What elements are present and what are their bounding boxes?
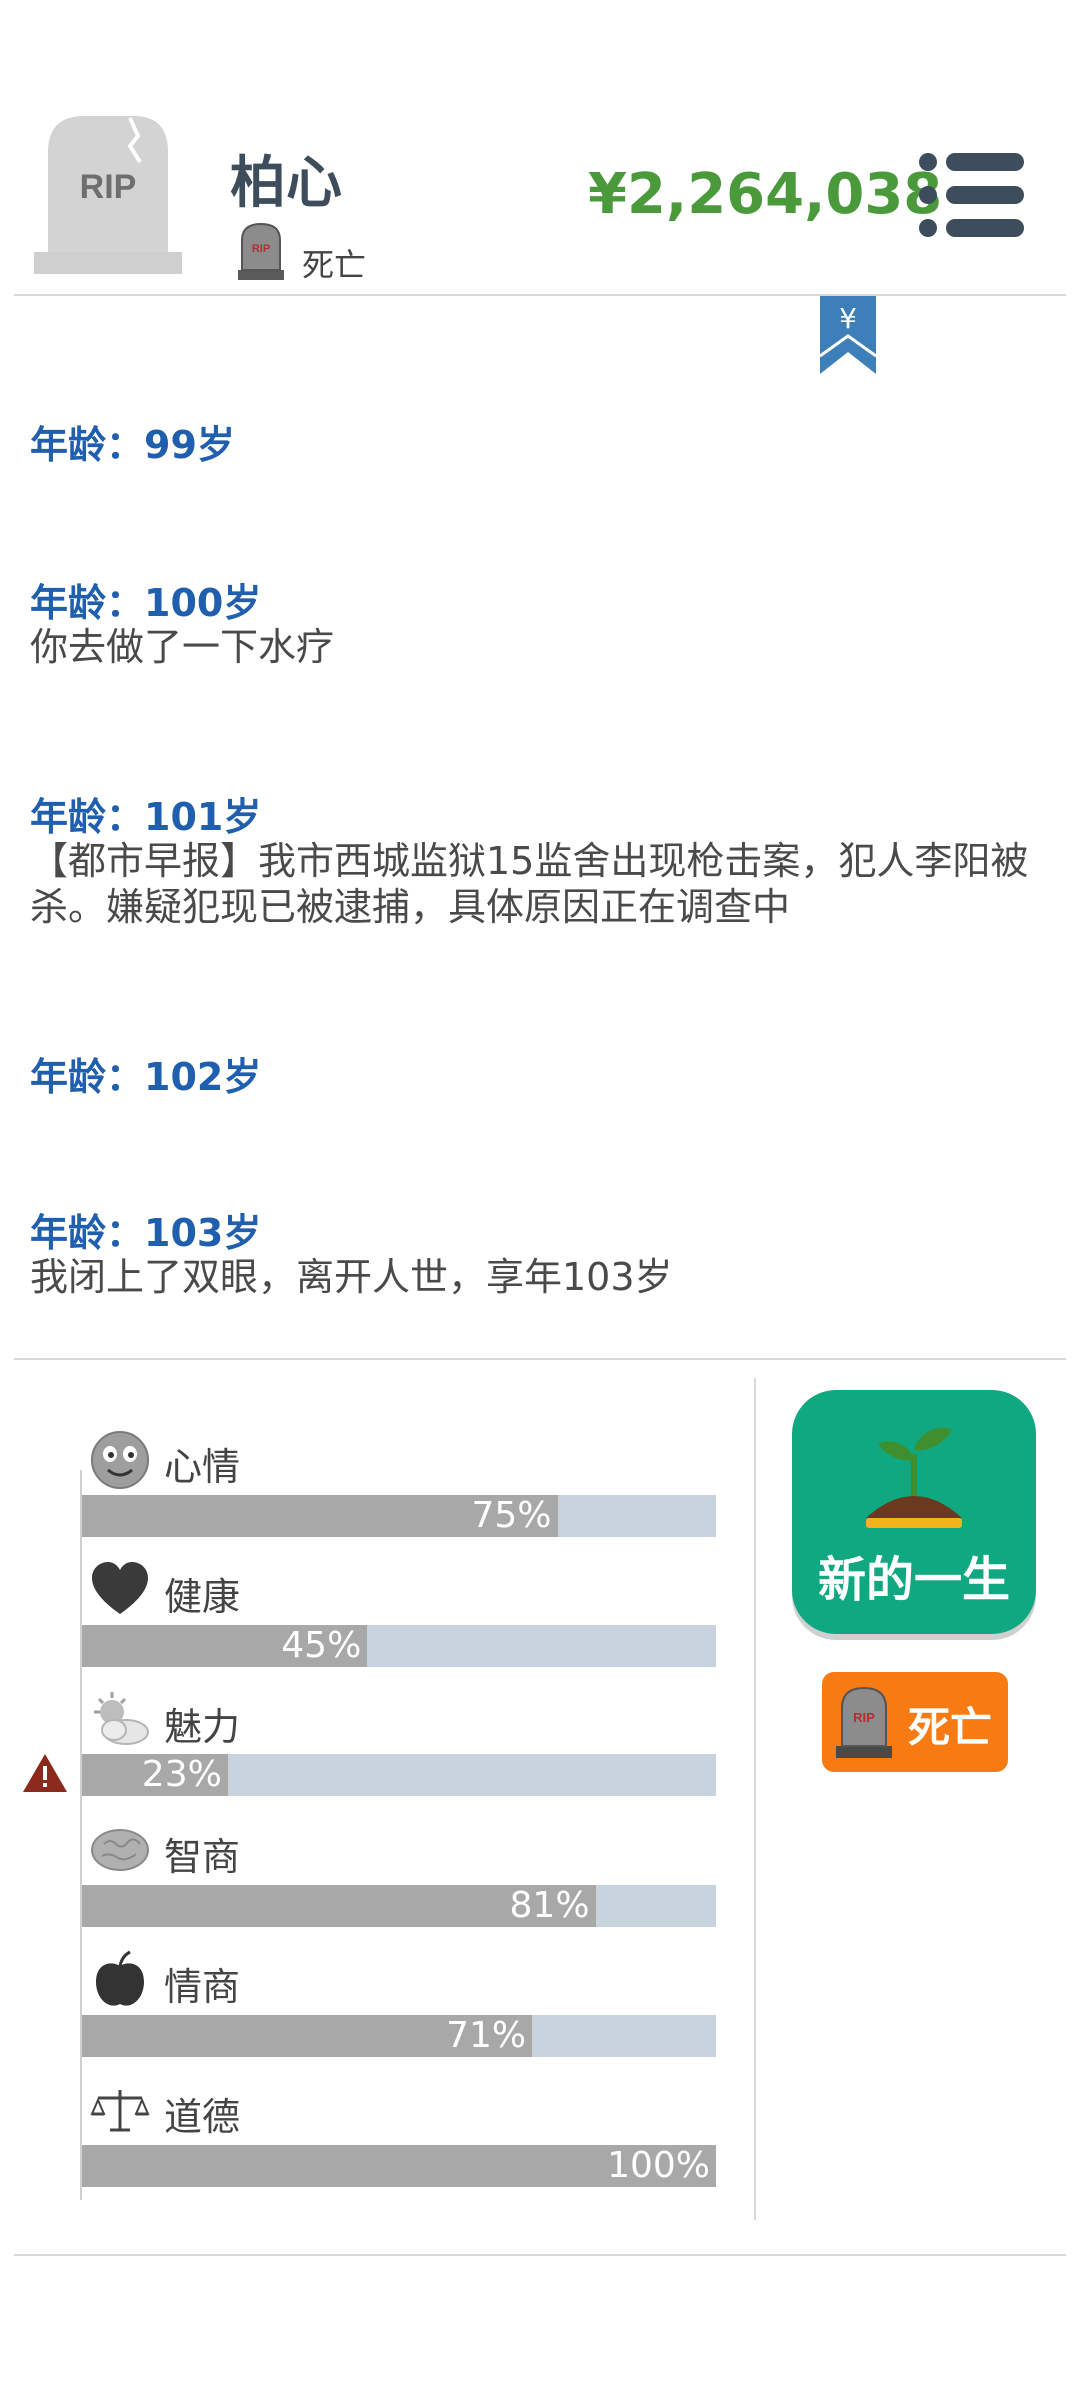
stat-bar-fill: 75% [82,1495,558,1537]
new-life-label: 新的一生 [817,1552,1010,1608]
sprout-icon [866,1427,962,1528]
brain-icon [90,1820,150,1880]
stat-bar-fill: 100% [82,2145,716,2187]
log-age: 年龄：100岁 [30,581,262,625]
avatar-tombstone: RIP [34,112,182,274]
warning-icon [22,1752,68,1794]
header-divider [14,294,1066,296]
log-text: 【都市早报】我市西城监狱15监舍出现枪击案，犯人李阳被杀。嫌疑犯现已被逮捕，具体… [30,839,1029,929]
log-text: 你去做了一下水疗 [30,625,335,669]
death-label: 死亡 [908,1703,993,1752]
status-label: 死亡 [302,246,367,284]
svg-text:RIP: RIP [252,243,270,255]
tombstone-icon: RIP [836,1686,892,1758]
stat-label-morality: 道德 [164,2095,241,2139]
stat-percent: 100% [607,2145,710,2186]
stat-bar-fill: 81% [82,1885,596,1927]
stat-label-eq: 情商 [164,1965,241,2009]
log-age: 年龄：99岁 [30,423,235,467]
stat-label-charm: 魅力 [164,1705,241,1749]
stat-bar-fill: 45% [82,1625,368,1667]
stat-label-mood: 心情 [164,1445,241,1489]
stat-bar-fill: 23% [82,1754,228,1796]
bottom-divider [14,2254,1066,2256]
log-text: 我闭上了双眼，离开人世，享年103岁 [30,1255,673,1299]
apple-icon [90,1950,150,2010]
log-divider [14,1358,1066,1360]
stat-bar-iq: 81% [82,1885,716,1927]
panel-divider [754,1378,756,2220]
tombstone-icon: RIP [236,222,286,280]
heart-icon [90,1560,150,1620]
log-age: 年龄：102岁 [30,1055,262,1099]
money-balance: ¥2,264,038 [588,162,943,227]
stats-axis-line [80,1470,82,2200]
menu-button[interactable] [918,150,1026,240]
stat-label-health: 健康 [164,1575,241,1619]
stat-bar-health: 45% [82,1625,716,1667]
new-life-button[interactable]: 新的一生 [792,1390,1036,1634]
stat-bar-fill: 71% [82,2015,533,2057]
stat-bar-morality: 100% [82,2145,716,2187]
stat-percent: 75% [471,1495,552,1536]
character-name: 柏心 [230,151,342,216]
svg-text:¥: ¥ [839,302,857,335]
log-age: 年龄：101岁 [30,795,262,839]
sun-cloud-icon [90,1690,150,1750]
stat-bar-eq: 71% [82,2015,716,2057]
stat-percent: 81% [509,1885,590,1926]
scales-icon [90,2080,150,2140]
money-bookmark-button[interactable]: ¥ [819,296,877,374]
svg-text:RIP: RIP [80,168,137,206]
list-menu-icon [919,153,1024,237]
death-button[interactable]: RIP 死亡 [822,1672,1008,1772]
log-age: 年龄：103岁 [30,1211,262,1255]
stat-label-iq: 智商 [164,1835,241,1879]
stat-percent: 45% [281,1625,362,1666]
stat-percent: 23% [141,1754,222,1795]
stat-bar-charm: 23% [82,1754,716,1796]
stat-percent: 71% [446,2015,527,2056]
stat-bar-mood: 75% [82,1495,716,1537]
svg-text:RIP: RIP [853,1710,875,1725]
smiley-face-icon [90,1430,150,1490]
yen-bookmark-icon: ¥ [819,296,877,374]
